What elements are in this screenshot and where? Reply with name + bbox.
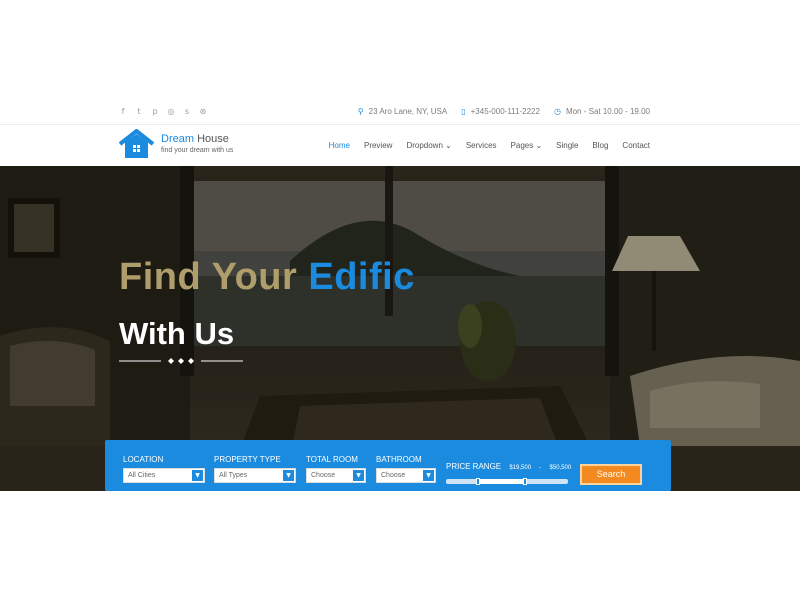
nav-home[interactable]: Home (329, 141, 350, 150)
logo-name-secondary: House (197, 133, 229, 145)
price-min: $19,500 (509, 465, 532, 471)
price-max: $50,500 (549, 465, 572, 471)
total-room-label: TOTAL ROOM (306, 455, 358, 464)
main-nav: Home Preview Dropdown ⌄ Services Pages ⌄… (329, 141, 650, 150)
price-range-label: PRICE RANGE (446, 462, 502, 471)
price-separator: - (539, 465, 542, 471)
location-label: LOCATION (123, 455, 164, 464)
hero-title-line1: Find Your Edific (119, 256, 415, 299)
address-text: 23 Aro Lane, NY, USA (368, 107, 448, 116)
nav-dropdown-label: Dropdown (406, 141, 443, 150)
house-logo-icon (118, 129, 155, 158)
nav-blog[interactable]: Blog (592, 141, 608, 150)
facebook-icon[interactable]: f (119, 107, 127, 116)
nav-single[interactable]: Single (556, 141, 578, 150)
nav-pages-label: Pages (510, 141, 534, 150)
chevron-down-icon: ▼ (192, 470, 203, 481)
property-type-select[interactable]: All Types ▼ (214, 468, 296, 483)
nav-pages[interactable]: Pages ⌄ (511, 141, 543, 150)
hero-title-part1: Find Your (119, 256, 298, 298)
clock-icon: ◷ (553, 107, 561, 116)
social-links: f t p ◎ s ⊛ (119, 107, 207, 116)
mobile-phone-icon: ▯ (461, 107, 466, 116)
skype-icon[interactable]: s (183, 107, 191, 116)
logo-name: Dream House (161, 134, 233, 145)
hours-text: Mon - Sat 10.00 - 19.00 (565, 107, 650, 116)
contact-info: ⚲ 23 Aro Lane, NY, USA ▯ +345-000-111-22… (358, 107, 650, 117)
hero-title-highlight: Edific (308, 256, 415, 298)
hero-title-line2: With Us (119, 316, 235, 351)
bathroom-value: Choose (381, 472, 406, 479)
phone-text: +345-000-111-2222 (470, 107, 540, 116)
price-min-handle[interactable] (476, 478, 480, 485)
diamond-divider-icon (119, 358, 243, 364)
address-item: ⚲ 23 Aro Lane, NY, USA (358, 107, 447, 117)
total-room-field: TOTAL ROOM Choose ▼ (306, 455, 366, 483)
location-select[interactable]: All Cities ▼ (123, 468, 205, 483)
nav-contact[interactable]: Contact (622, 141, 650, 150)
chevron-down-icon: ▼ (423, 470, 434, 481)
bathroom-select[interactable]: Choose ▼ (376, 468, 436, 483)
nav-dropdown[interactable]: Dropdown ⌄ (406, 141, 451, 150)
total-room-select[interactable]: Choose ▼ (306, 468, 366, 483)
property-type-label: PROPERTY TYPE (214, 455, 281, 464)
price-range-slider[interactable] (446, 478, 568, 485)
chevron-down-icon: ⌄ (535, 141, 543, 150)
instagram-icon[interactable]: ◎ (167, 107, 175, 116)
property-type-value: All Types (219, 472, 248, 479)
location-value: All Cities (128, 472, 156, 479)
price-max-handle[interactable] (523, 478, 527, 485)
chevron-down-icon: ⌄ (445, 141, 452, 150)
price-range: PRICE RANGE $19,500 - $50,500 (446, 462, 571, 471)
logo-text: Dream House find your dream with us (161, 134, 234, 155)
dribbble-icon[interactable]: ⊛ (199, 107, 207, 116)
twitter-icon[interactable]: t (135, 107, 143, 116)
logo-tagline: find your dream with us (161, 147, 234, 154)
search-button[interactable]: Search (580, 464, 642, 485)
top-bar: f t p ◎ s ⊛ ⚲ 23 Aro Lane, NY, USA ▯ +34… (0, 100, 800, 125)
nav-preview[interactable]: Preview (364, 141, 392, 150)
price-range-fill (478, 479, 525, 484)
total-room-value: Choose (311, 472, 336, 479)
logo-name-primary: Dream (161, 133, 195, 145)
chevron-down-icon: ▼ (353, 470, 364, 481)
bathroom-field: BATHROOM Choose ▼ (376, 455, 436, 483)
property-type-field: PROPERTY TYPE All Types ▼ (214, 455, 296, 483)
chevron-down-icon: ▼ (283, 470, 294, 481)
site-logo[interactable]: Dream House find your dream with us (118, 129, 233, 159)
nav-services[interactable]: Services (466, 141, 497, 150)
pinterest-icon[interactable]: p (151, 107, 159, 116)
location-field: LOCATION All Cities ▼ (123, 455, 205, 483)
bathroom-label: BATHROOM (376, 455, 422, 464)
property-search-form: LOCATION All Cities ▼ PROPERTY TYPE All … (105, 440, 671, 491)
site-header: Dream House find your dream with us Home… (0, 125, 800, 166)
phone-item: ▯ +345-000-111-2222 (461, 107, 540, 117)
map-pin-icon: ⚲ (357, 107, 364, 116)
hours-item: ◷ Mon - Sat 10.00 - 19.00 (554, 107, 650, 117)
